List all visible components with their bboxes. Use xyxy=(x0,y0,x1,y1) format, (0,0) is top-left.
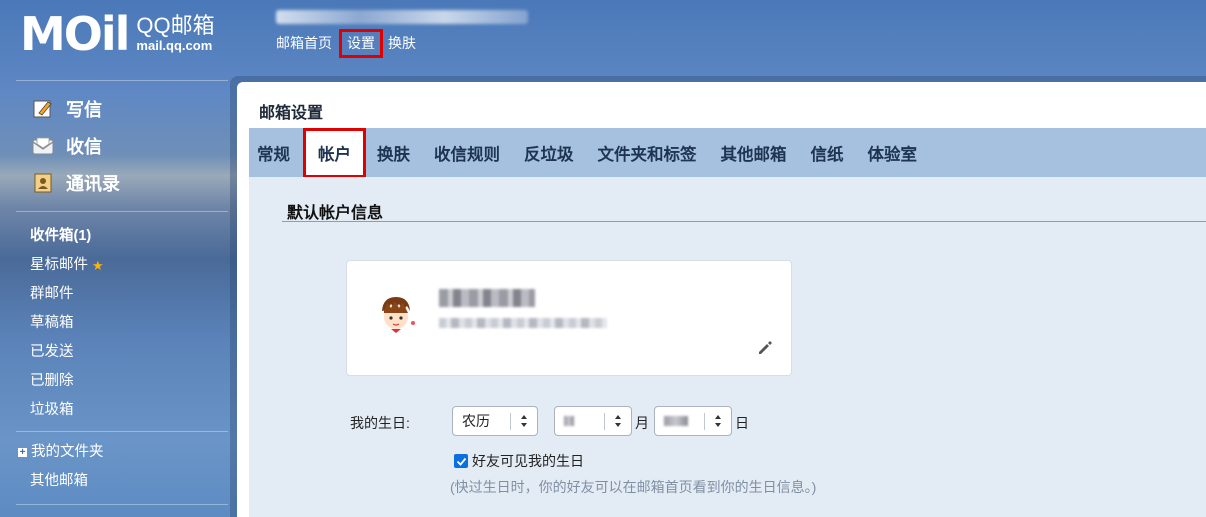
folder-label: 星标邮件 xyxy=(30,257,88,273)
stepper-arrows-icon xyxy=(521,415,527,427)
user-info-redacted xyxy=(276,10,528,24)
compose-icon xyxy=(32,99,54,119)
folder-sent[interactable]: 已发送 xyxy=(0,338,228,367)
logo-mark: MOil xyxy=(20,7,130,61)
nav-settings-link[interactable]: 设置 xyxy=(339,29,383,58)
tab-lab[interactable]: 体验室 xyxy=(868,141,918,165)
tab-skin[interactable]: 换肤 xyxy=(377,141,410,165)
calendar-type-select[interactable]: 农历 xyxy=(452,406,538,436)
compose-label: 写信 xyxy=(66,99,102,120)
section-title: 默认帐户信息 xyxy=(287,205,384,222)
folder-deleted[interactable]: 已删除 xyxy=(0,367,228,396)
day-unit: 日 xyxy=(735,415,749,431)
birthday-month-select[interactable] xyxy=(554,406,632,436)
tab-general[interactable]: 常规 xyxy=(257,141,290,165)
birthday-visible-checkbox[interactable]: 好友可见我的生日 xyxy=(454,451,584,471)
stepper-arrows-icon xyxy=(615,415,621,427)
other-mailbox-link[interactable]: 其他邮箱 xyxy=(0,467,228,496)
day-value-redacted xyxy=(664,416,688,426)
month-unit: 月 xyxy=(635,415,649,431)
page-title: 邮箱设置 xyxy=(259,105,324,122)
sidebar-divider xyxy=(16,80,228,81)
folder-label: 草稿箱 xyxy=(30,315,74,331)
birthday-hint: (快过生日时，你的好友可以在邮箱首页看到你的生日信息。) xyxy=(450,479,817,495)
calendar-type-value: 农历 xyxy=(462,413,490,429)
settings-tabs: 常规 帐户 换肤 收信规则 反垃圾 文件夹和标签 其他邮箱 信纸 体验室 xyxy=(249,127,1206,178)
tab-anti-spam[interactable]: 反垃圾 xyxy=(524,141,574,165)
inbox-envelope-icon xyxy=(32,136,54,156)
email-address-redacted xyxy=(439,318,607,328)
settings-panel: 邮箱设置 常规 帐户 换肤 收信规则 反垃圾 文件夹和标签 其他邮箱 信纸 体验… xyxy=(237,82,1206,517)
checkbox-checked-icon xyxy=(454,454,468,468)
top-nav: 邮箱首页 设置 换肤 xyxy=(276,29,424,58)
edit-pencil-icon[interactable] xyxy=(756,339,774,357)
folder-label: 已删除 xyxy=(30,373,74,389)
folder-drafts[interactable]: 草稿箱 xyxy=(0,309,228,338)
birthday-visible-label: 好友可见我的生日 xyxy=(472,453,584,469)
folder-list: 收件箱(1) 星标邮件 ★ 群邮件 草稿箱 已发送 已删除 垃圾箱 xyxy=(0,222,228,425)
folder-inbox[interactable]: 收件箱(1) xyxy=(0,222,228,251)
sidebar-divider xyxy=(16,431,228,432)
tab-other-mailbox[interactable]: 其他邮箱 xyxy=(721,141,787,165)
folder-spam[interactable]: 垃圾箱 xyxy=(0,396,228,425)
qqmail-logo[interactable]: MOil QQ邮箱 mail.qq.com xyxy=(20,10,215,58)
other-mailbox-label: 其他邮箱 xyxy=(30,473,88,489)
inbox-receive-button[interactable]: 收信 xyxy=(0,127,228,164)
sidebar-divider xyxy=(16,211,228,212)
my-folders-toggle[interactable]: + 我的文件夹 xyxy=(0,438,228,467)
inbox-receive-label: 收信 xyxy=(66,136,102,157)
star-icon: ★ xyxy=(92,258,104,273)
folder-label: 垃圾箱 xyxy=(30,402,74,418)
folder-label: 群邮件 xyxy=(30,286,74,302)
expand-plus-icon: + xyxy=(18,447,27,458)
folder-group-mail[interactable]: 群邮件 xyxy=(0,280,228,309)
account-settings-content: 默认帐户信息 我的生日: 农历 月 日 好友可见我的生日 (快过生日时，你的好友… xyxy=(249,177,1206,517)
logo-title: QQ邮箱 xyxy=(136,13,215,38)
tab-stationery[interactable]: 信纸 xyxy=(811,141,844,165)
contacts-book-icon xyxy=(32,173,54,193)
sidebar: 写信 收信 通讯录 收件箱(1) 星标邮件 ★ 群邮件 草稿箱 已发送 已删除 垃… xyxy=(0,80,228,505)
stepper-arrows-icon xyxy=(715,415,721,427)
section-divider xyxy=(282,221,1206,222)
sidebar-divider xyxy=(16,504,228,505)
nickname-redacted xyxy=(439,289,535,307)
folder-label: 已发送 xyxy=(30,344,74,360)
contacts-label: 通讯录 xyxy=(66,173,120,194)
folder-starred[interactable]: 星标邮件 ★ xyxy=(0,251,228,280)
avatar[interactable] xyxy=(373,291,419,337)
birthday-label: 我的生日: xyxy=(350,415,410,431)
compose-button[interactable]: 写信 xyxy=(0,90,228,127)
folder-label: 收件箱(1) xyxy=(30,228,92,244)
birthday-day-select[interactable] xyxy=(654,406,732,436)
tab-account[interactable]: 帐户 xyxy=(303,127,366,178)
nav-mailbox-home-link[interactable]: 邮箱首页 xyxy=(276,34,340,55)
contacts-button[interactable]: 通讯录 xyxy=(0,164,228,201)
month-value-redacted xyxy=(564,416,574,426)
tab-receive-rules[interactable]: 收信规则 xyxy=(434,141,500,165)
tab-folders-labels[interactable]: 文件夹和标签 xyxy=(598,141,697,165)
nav-skin-link[interactable]: 换肤 xyxy=(388,34,424,55)
logo-domain: mail.qq.com xyxy=(136,38,213,53)
my-folders-label: 我的文件夹 xyxy=(31,444,104,460)
account-card xyxy=(346,260,792,376)
